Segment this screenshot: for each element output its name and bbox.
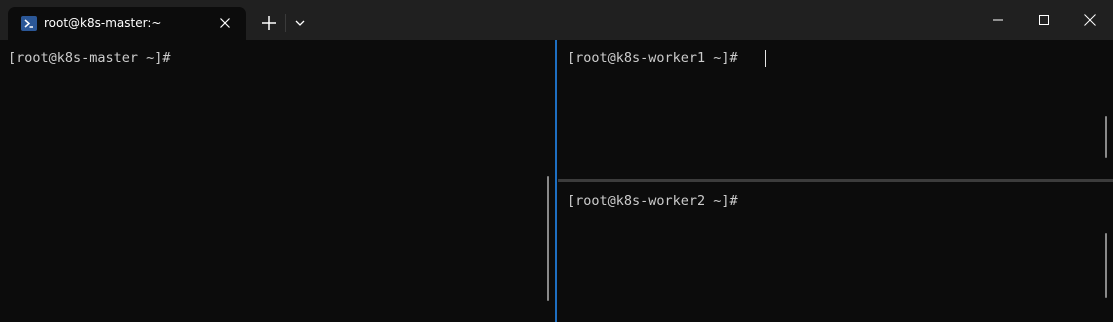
title-bar: root@k8s-master:~ — [0, 0, 1113, 40]
tab-close-icon[interactable] — [216, 14, 234, 32]
tab-separator — [285, 14, 286, 32]
chevron-down-icon[interactable] — [290, 12, 310, 34]
tab-root-k8s-master[interactable]: root@k8s-master:~ — [8, 7, 246, 40]
terminal-pane-worker2[interactable]: [root@k8s-worker2 ~]# — [559, 183, 1113, 322]
pane-divider-horizontal[interactable] — [558, 179, 1113, 182]
tab-title: root@k8s-master:~ — [44, 16, 162, 30]
prompt-master: [root@k8s-master ~]# — [8, 50, 171, 66]
text-cursor — [765, 50, 766, 67]
close-icon[interactable] — [1067, 0, 1113, 40]
terminal-pane-master[interactable]: [root@k8s-master ~]# — [0, 40, 554, 322]
maximize-icon[interactable] — [1021, 0, 1067, 40]
scrollbar-master[interactable] — [547, 176, 549, 301]
minimize-icon[interactable] — [975, 0, 1021, 40]
powershell-icon — [21, 16, 37, 31]
plus-icon[interactable] — [256, 10, 282, 36]
terminal-pane-worker1[interactable]: [root@k8s-worker1 ~]# — [559, 40, 1113, 179]
prompt-worker2: [root@k8s-worker2 ~]# — [567, 193, 738, 209]
scrollbar-worker2[interactable] — [1105, 233, 1107, 298]
prompt-worker1: [root@k8s-worker1 ~]# — [567, 50, 738, 66]
scrollbar-worker1[interactable] — [1105, 116, 1107, 158]
pane-divider-vertical[interactable] — [555, 40, 557, 322]
